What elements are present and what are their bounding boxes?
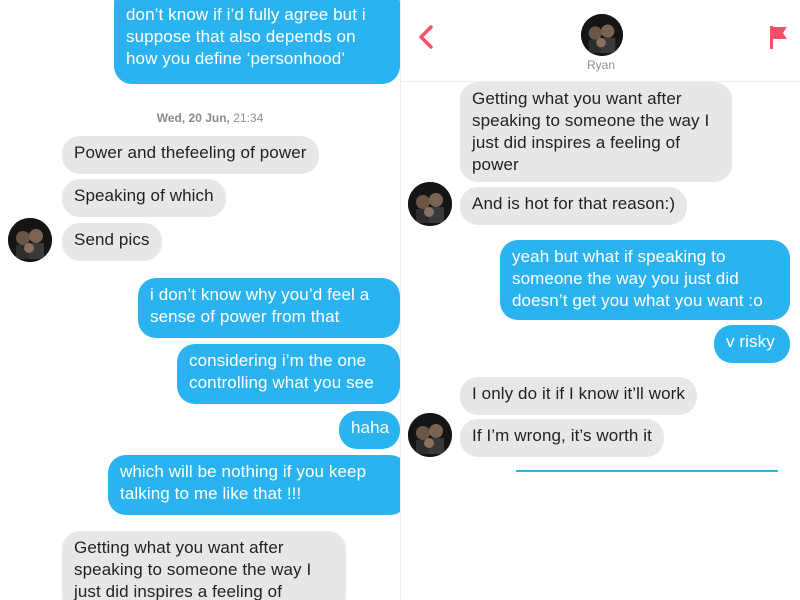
- flag-icon: [770, 26, 787, 49]
- chat-header: Ryan: [401, 0, 800, 82]
- report-flag-button[interactable]: [765, 22, 791, 52]
- avatar-photo-icon: [408, 182, 452, 226]
- incoming-message: If I’m wrong, it’s worth it: [460, 419, 664, 457]
- header-avatar[interactable]: [581, 14, 623, 56]
- outgoing-message: don’t know if i’d fully agree but i supp…: [114, 0, 400, 84]
- outgoing-message: considering i’m the one controlling what…: [177, 344, 400, 404]
- contact-avatar[interactable]: [408, 182, 452, 226]
- outgoing-message: which will be nothing if you keep talkin…: [108, 455, 400, 515]
- outgoing-message: i don’t know why you’d feel a sense of p…: [138, 278, 400, 338]
- back-button[interactable]: [413, 22, 439, 52]
- incoming-message: Power and thefeeling of power: [62, 136, 319, 174]
- timestamp-day: Wed, 20 Jun,: [156, 111, 230, 125]
- outgoing-message: v risky: [714, 325, 790, 363]
- incoming-message: Getting what you want after speaking to …: [62, 531, 346, 600]
- incoming-message: I only do it if I know it’ll work: [460, 377, 698, 415]
- avatar-photo-icon: [581, 14, 623, 56]
- contact-name[interactable]: Ryan: [401, 58, 800, 72]
- contact-avatar[interactable]: [408, 413, 452, 457]
- contact-avatar[interactable]: [8, 218, 52, 262]
- chevron-left-icon: [419, 25, 433, 49]
- message-divider: [516, 470, 778, 472]
- avatar-photo-icon: [8, 218, 52, 262]
- incoming-message: Speaking of which: [62, 179, 226, 217]
- outgoing-message: yeah but what if speaking to someone the…: [500, 240, 790, 320]
- incoming-message: Getting what you want after speaking to …: [460, 82, 732, 182]
- right-chat-panel: Getting what you want after speaking to …: [400, 0, 800, 600]
- left-chat-panel: don’t know if i’d fully agree but i supp…: [0, 0, 400, 600]
- incoming-message: Send pics: [62, 223, 162, 261]
- incoming-message: And is hot for that reason:): [460, 187, 688, 225]
- timestamp-time: 21:34: [233, 111, 264, 125]
- message-timestamp: Wed, 20 Jun, 21:34: [10, 111, 400, 125]
- outgoing-message: haha: [339, 411, 400, 449]
- avatar-photo-icon: [408, 413, 452, 457]
